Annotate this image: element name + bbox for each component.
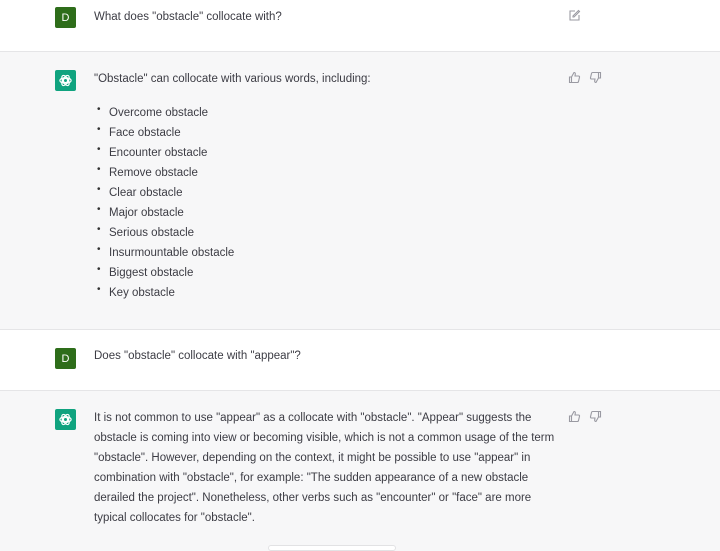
avatar-letter: D — [61, 352, 70, 365]
thumbs-up-icon[interactable] — [568, 71, 581, 84]
list-item: Insurmountable obstacle — [94, 240, 556, 263]
message-text: Does "obstacle" collocate with "appear"? — [94, 350, 301, 362]
list-item: Face obstacle — [94, 120, 556, 143]
user-message: D What does "obstacle" collocate with? — [0, 0, 720, 52]
assistant-avatar — [55, 70, 76, 91]
user-avatar: D — [55, 7, 76, 28]
message-text: What does "obstacle" collocate with? — [94, 11, 282, 23]
list-item: Overcome obstacle — [94, 100, 556, 123]
thumbs-down-icon[interactable] — [589, 410, 602, 423]
thumbs-up-icon[interactable] — [568, 410, 581, 423]
list-item: Major obstacle — [94, 200, 556, 223]
openai-logo-icon — [59, 413, 72, 426]
assistant-avatar — [55, 409, 76, 430]
user-message: D Does "obstacle" collocate with "appear… — [0, 330, 720, 391]
regenerate-button-edge[interactable] — [268, 545, 396, 551]
collocation-list: Overcome obstacle Face obstacle Encounte… — [94, 100, 556, 303]
list-item: Key obstacle — [94, 280, 556, 303]
list-item: Serious obstacle — [94, 220, 556, 243]
avatar-letter: D — [61, 11, 70, 24]
thumbs-down-icon[interactable] — [589, 71, 602, 84]
user-avatar: D — [55, 348, 76, 369]
list-item: Remove obstacle — [94, 160, 556, 183]
openai-logo-icon — [59, 74, 72, 87]
list-item: Encounter obstacle — [94, 140, 556, 163]
assistant-message: It is not common to use "appear" as a co… — [0, 391, 720, 551]
list-item: Biggest obstacle — [94, 260, 556, 283]
message-text: It is not common to use "appear" as a co… — [94, 412, 555, 524]
assistant-message: "Obstacle" can collocate with various wo… — [0, 52, 720, 330]
edit-icon[interactable] — [568, 9, 581, 22]
message-intro: "Obstacle" can collocate with various wo… — [94, 73, 371, 85]
message-body: "Obstacle" can collocate with various wo… — [94, 69, 556, 303]
list-item: Clear obstacle — [94, 180, 556, 203]
